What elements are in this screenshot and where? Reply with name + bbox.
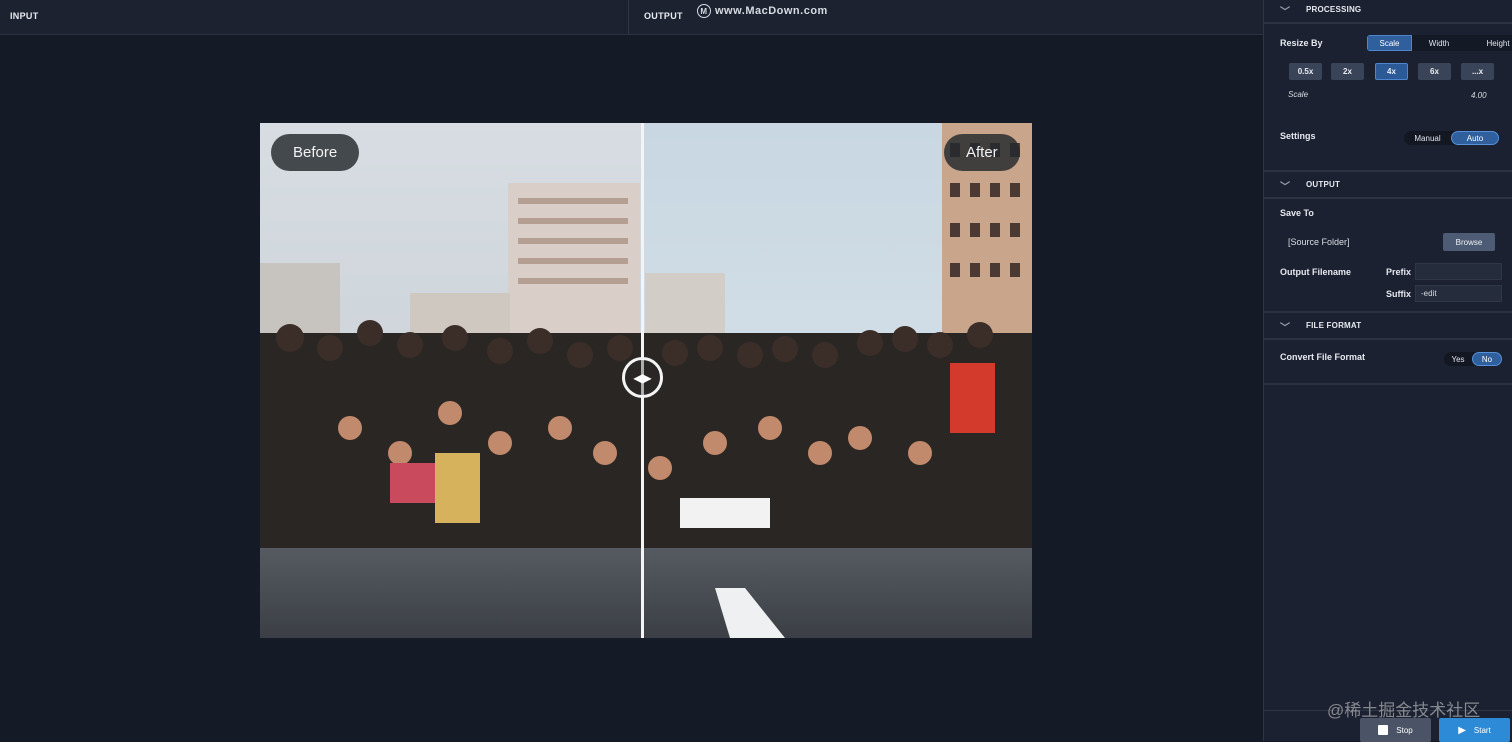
- output-section-header[interactable]: ﹀ OUTPUT: [1264, 175, 1512, 197]
- settings-panel: ﹀ PROCESSING Resize By Scale Width Heigh…: [1263, 0, 1512, 742]
- convert-format-yes[interactable]: Yes: [1444, 352, 1472, 366]
- macdown-logo-icon: M: [697, 4, 711, 18]
- comparison-drag-handle[interactable]: ◀▶: [622, 357, 663, 398]
- bottom-watermark: @稀土掘金技术社区: [1327, 701, 1481, 720]
- after-label: After: [944, 134, 1020, 171]
- top-watermark-text: www.MacDown.com: [715, 5, 828, 17]
- resize-mode-selector: Scale Width Height: [1367, 35, 1512, 51]
- suffix-input[interactable]: -edit: [1415, 285, 1502, 302]
- resize-mode-width[interactable]: Width: [1412, 35, 1466, 51]
- file-format-divider: [1264, 338, 1512, 340]
- output-folder: [Source Folder]: [1288, 237, 1350, 247]
- scale-value: 4.00: [1471, 91, 1487, 100]
- file-format-title: FILE FORMAT: [1306, 321, 1362, 330]
- processing-title: PROCESSING: [1306, 5, 1362, 14]
- stop-button[interactable]: Stop: [1360, 718, 1431, 742]
- chevron-down-icon: ﹀: [1280, 323, 1291, 334]
- file-format-end-divider: [1264, 383, 1512, 385]
- top-watermark: M www.MacDown.com: [697, 4, 828, 18]
- scale-chip-custom[interactable]: ...x: [1461, 63, 1494, 80]
- convert-format-toggle: Yes No: [1444, 352, 1502, 366]
- scale-chip-4x[interactable]: 4x: [1375, 63, 1408, 80]
- output-label: OUTPUT: [644, 11, 683, 21]
- output-end-divider: [1264, 311, 1512, 313]
- resize-by-label: Resize By: [1280, 38, 1323, 48]
- prefix-input[interactable]: [1415, 263, 1502, 280]
- processing-end-divider: [1264, 170, 1512, 172]
- output-divider: [1264, 197, 1512, 199]
- settings-toggle: Manual Auto: [1404, 131, 1499, 145]
- settings-manual[interactable]: Manual: [1404, 131, 1451, 145]
- processing-divider: [1264, 22, 1512, 24]
- suffix-label: Suffix: [1386, 289, 1412, 299]
- chevron-down-icon: ﹀: [1280, 182, 1291, 193]
- file-format-section-header[interactable]: ﹀ FILE FORMAT: [1264, 316, 1512, 338]
- convert-format-no[interactable]: No: [1472, 352, 1502, 366]
- resize-mode-scale[interactable]: Scale: [1367, 35, 1412, 51]
- before-label: Before: [271, 134, 360, 171]
- stop-icon: [1378, 725, 1389, 735]
- settings-label: Settings: [1280, 131, 1316, 141]
- settings-auto[interactable]: Auto: [1451, 131, 1499, 145]
- scale-chip-2x[interactable]: 2x: [1331, 63, 1364, 80]
- convert-format-label: Convert File Format: [1280, 352, 1366, 362]
- chevron-down-icon: ﹀: [1280, 7, 1291, 18]
- save-to-label: Save To: [1280, 208, 1314, 218]
- processing-section-header[interactable]: ﹀ PROCESSING: [1264, 0, 1512, 22]
- top-bar: INPUT OUTPUT M www.MacDown.com: [0, 0, 1263, 35]
- start-button[interactable]: ▶ Start: [1439, 718, 1510, 742]
- start-label: Start: [1473, 725, 1491, 735]
- prefix-label: Prefix: [1386, 267, 1412, 277]
- output-title: OUTPUT: [1306, 180, 1341, 189]
- scale-label: Scale: [1288, 90, 1309, 99]
- drag-arrows-icon: ◀▶: [633, 370, 652, 385]
- scale-chip-0-5x[interactable]: 0.5x: [1289, 63, 1322, 80]
- top-divider: [628, 0, 629, 35]
- input-label: INPUT: [10, 11, 39, 21]
- resize-mode-height[interactable]: Height: [1466, 35, 1512, 51]
- output-filename-label: Output Filename: [1280, 267, 1352, 277]
- scale-chip-6x[interactable]: 6x: [1418, 63, 1451, 80]
- browse-button[interactable]: Browse: [1443, 233, 1495, 251]
- play-icon: ▶: [1458, 724, 1466, 736]
- stop-label: Stop: [1396, 725, 1413, 735]
